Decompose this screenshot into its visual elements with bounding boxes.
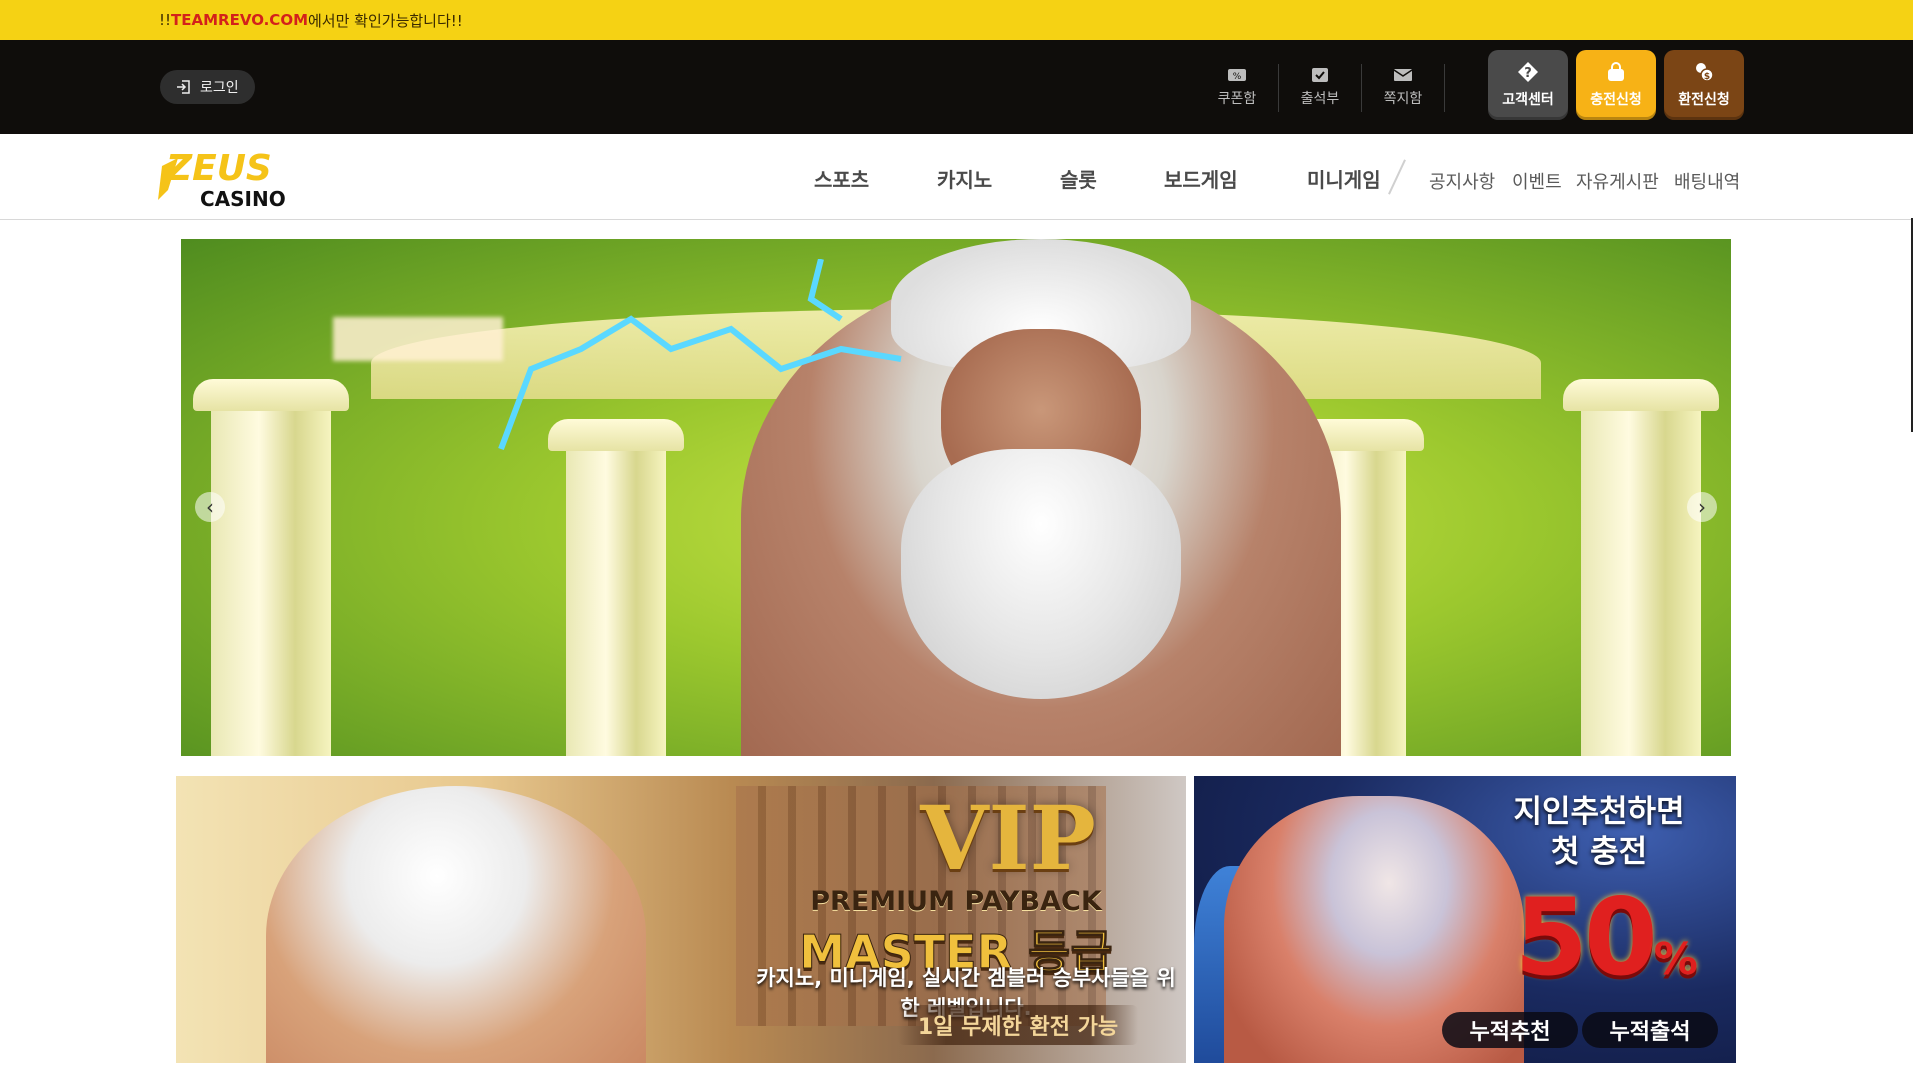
attendance-button[interactable]: 출석부	[1279, 62, 1361, 112]
zeus-beard	[901, 449, 1181, 699]
nav-divider	[1388, 159, 1406, 195]
deposit-label: 충전신청	[1590, 92, 1642, 108]
svg-text:%: %	[1233, 72, 1242, 82]
svg-text:$: $	[1704, 72, 1710, 82]
referral-percent-sign: %	[1653, 934, 1698, 985]
chevron-right-icon: ›	[1698, 495, 1706, 519]
customer-center-label: 고객센터	[1502, 92, 1554, 108]
attendance-icon	[1312, 68, 1328, 82]
message-icon	[1393, 69, 1413, 81]
referral-title: 지인추천하면 첫 충전	[1474, 792, 1724, 872]
referral-pill-right: 누적출석	[1582, 1012, 1718, 1048]
nav-board-game[interactable]: 보드게임	[1164, 164, 1238, 193]
svg-text:?: ?	[1524, 66, 1532, 81]
referral-percent-value: 50	[1514, 876, 1658, 999]
nav-notice[interactable]: 공지사항	[1429, 168, 1495, 194]
withdraw-label: 환전신청	[1678, 92, 1730, 108]
notice-domain: TEAMREVO.COM	[171, 11, 308, 29]
hero-column	[548, 419, 684, 756]
coupon-icon: %	[1228, 69, 1246, 82]
deposit-button[interactable]: 충전신청	[1576, 50, 1656, 120]
customer-center-button[interactable]: ? 고객센터	[1488, 50, 1568, 120]
logo-graphic: ZEUS CASINO	[158, 148, 286, 211]
referral-pill-left: 누적추천	[1442, 1012, 1578, 1048]
withdraw-button[interactable]: $ 환전신청	[1664, 50, 1744, 120]
question-icon: ?	[1518, 62, 1538, 82]
nav-event[interactable]: 이벤트	[1512, 168, 1562, 194]
top-bar: 로그인 % 쿠폰함 출석부 쪽지함 ? 고객센터 충전신청 $ 환전신청	[0, 40, 1913, 134]
hero-slider[interactable]: ‹ ›	[181, 239, 1731, 756]
attendance-label: 출석부	[1300, 91, 1340, 107]
hero-column	[193, 379, 349, 756]
referral-percent: 50%	[1486, 876, 1726, 999]
nav-sports[interactable]: 스포츠	[814, 164, 869, 193]
bag-icon	[1608, 62, 1624, 81]
lightning-bolt	[498, 259, 902, 451]
notice-text: 에서만 확인가능합니다!!	[308, 11, 463, 30]
nav-slot[interactable]: 슬롯	[1060, 164, 1097, 193]
logo-word: ZEUS	[165, 148, 272, 189]
vip-pill: 1일 무제한 환전 가능	[898, 1005, 1138, 1045]
hero-next-button[interactable]: ›	[1687, 492, 1717, 522]
message-button[interactable]: 쪽지함	[1362, 62, 1444, 112]
vip-subtitle: PREMIUM PAYBACK	[810, 886, 1102, 917]
nav-free-board[interactable]: 자유게시판	[1576, 168, 1659, 194]
hero-column	[1563, 379, 1719, 756]
blurred-overlay	[333, 317, 503, 361]
logo-sub: CASINO	[200, 187, 286, 210]
chevron-left-icon: ‹	[206, 495, 214, 519]
vip-title: VIP	[920, 786, 1096, 890]
login-icon	[177, 80, 190, 94]
login-button[interactable]: 로그인	[160, 70, 255, 104]
nav-bet-history[interactable]: 배팅내역	[1674, 168, 1740, 194]
coins-icon: $	[1696, 63, 1714, 82]
hero-prev-button[interactable]: ‹	[195, 492, 225, 522]
vip-promo-banner[interactable]: VIP PREMIUM PAYBACK MASTER 등급 카지노, 미니게임,…	[176, 776, 1186, 1063]
message-label: 쪽지함	[1383, 91, 1423, 107]
notice-prefix: !!	[159, 11, 172, 29]
nav-mini-game[interactable]: 미니게임	[1307, 164, 1381, 193]
coupon-label: 쿠폰함	[1217, 91, 1257, 107]
main-nav: ZEUS CASINO 스포츠 카지노 슬롯 보드게임 미니게임 공지사항 이벤…	[0, 134, 1913, 220]
coupon-button[interactable]: % 쿠폰함	[1196, 62, 1278, 112]
login-label: 로그인	[200, 80, 239, 96]
zeus-casino-logo[interactable]: ZEUS CASINO	[158, 148, 328, 211]
notice-ticker: !! TEAMREVO.COM 에서만 확인가능합니다!!	[0, 0, 1913, 40]
zeus-figure	[266, 786, 646, 1063]
referral-promo-banner[interactable]: 지인추천하면 첫 충전 50% 누적추천 누적출석	[1194, 776, 1736, 1063]
referral-line-2: 첫 충전	[1550, 834, 1648, 870]
nav-casino[interactable]: 카지노	[937, 164, 992, 193]
referral-line-1: 지인추천하면	[1513, 794, 1685, 830]
divider	[1444, 64, 1445, 112]
